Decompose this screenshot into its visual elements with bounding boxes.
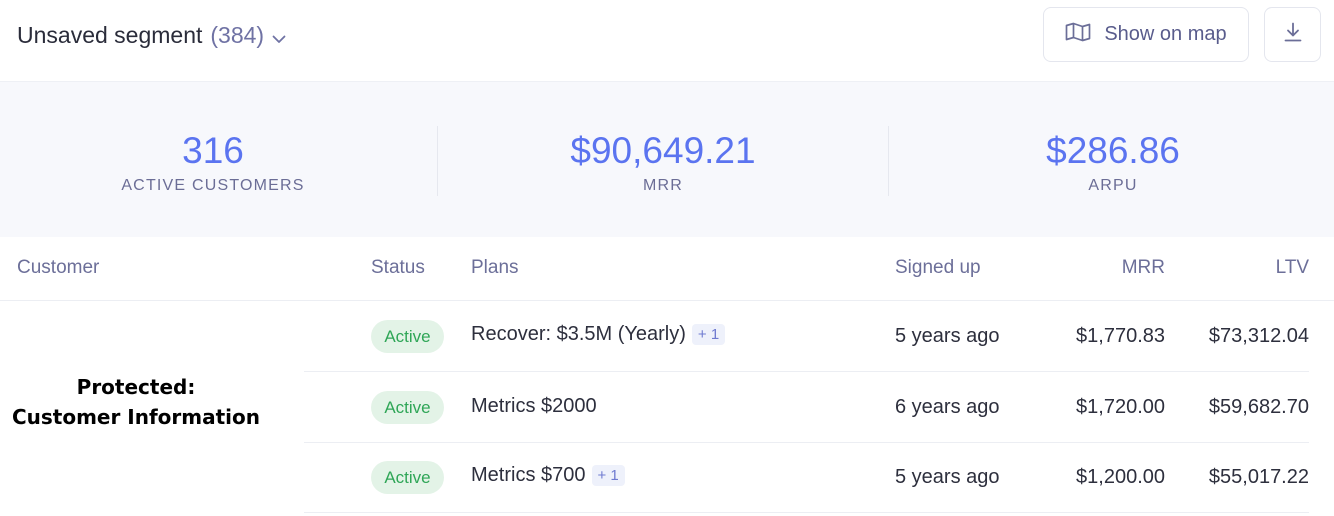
stat-value: $90,649.21 bbox=[570, 130, 756, 171]
ltv-cell: $55,017.22 bbox=[1208, 466, 1309, 488]
plan-cell: Recover: $3.5M (Yearly) + 1 bbox=[471, 323, 726, 346]
mrr-cell: $1,770.83 bbox=[1076, 325, 1165, 347]
column-header-mrr[interactable]: MRR bbox=[1065, 257, 1165, 279]
segment-title: Unsaved segment bbox=[17, 21, 203, 48]
stat-active-customers: 316 ACTIVE CUSTOMERS bbox=[0, 82, 433, 237]
status-badge: Active bbox=[371, 461, 444, 494]
status-badge: Active bbox=[371, 320, 444, 353]
redaction-line: Customer Information bbox=[11, 405, 261, 429]
plan-name: Metrics $2000 bbox=[471, 395, 597, 417]
segment-selector[interactable]: Unsaved segment (384) bbox=[17, 20, 286, 50]
plan-name: Recover: $3.5M (Yearly) bbox=[471, 323, 686, 345]
stat-label: ACTIVE CUSTOMERS bbox=[121, 177, 305, 194]
show-on-map-label: Show on map bbox=[1104, 23, 1227, 45]
stat-divider bbox=[437, 126, 438, 196]
map-icon bbox=[1065, 22, 1091, 47]
mrr-cell: $1,200.00 bbox=[1076, 466, 1165, 488]
ltv-cell: $59,682.70 bbox=[1208, 396, 1309, 418]
table-header-divider bbox=[0, 300, 1334, 301]
stat-mrr: $90,649.21 MRR bbox=[443, 82, 883, 237]
plan-cell: Metrics $2000 bbox=[471, 395, 597, 418]
redaction-line: Protected: bbox=[76, 375, 196, 399]
signed-up-cell: 5 years ago bbox=[895, 466, 1000, 488]
ltv-cell: $73,312.04 bbox=[1208, 325, 1309, 347]
column-header-ltv[interactable]: LTV bbox=[1190, 257, 1309, 279]
stat-divider bbox=[888, 126, 889, 196]
mrr-cell: $1,720.00 bbox=[1076, 396, 1165, 418]
plan-cell: Metrics $700 + 1 bbox=[471, 464, 625, 487]
column-header-plans[interactable]: Plans bbox=[471, 257, 519, 279]
stat-value: 316 bbox=[182, 130, 244, 171]
chevron-down-icon bbox=[272, 23, 286, 50]
redacted-customer-info: Protected: Customer Information bbox=[0, 372, 272, 432]
segment-count: (384) bbox=[210, 21, 265, 48]
status-badge: Active bbox=[371, 391, 444, 424]
download-icon bbox=[1284, 22, 1302, 47]
extra-plans-badge[interactable]: + 1 bbox=[691, 324, 726, 346]
extra-plans-badge[interactable]: + 1 bbox=[591, 465, 625, 487]
show-on-map-button[interactable]: Show on map bbox=[1043, 7, 1249, 62]
row-divider bbox=[304, 512, 1309, 513]
signed-up-cell: 5 years ago bbox=[895, 325, 1000, 347]
stat-value: $286.86 bbox=[1046, 130, 1180, 171]
stat-arpu: $286.86 ARPU bbox=[893, 82, 1333, 237]
row-divider bbox=[304, 442, 1309, 443]
signed-up-cell: 6 years ago bbox=[895, 396, 1000, 418]
stat-label: ARPU bbox=[1088, 177, 1138, 194]
column-header-status[interactable]: Status bbox=[371, 257, 425, 279]
column-header-signed-up[interactable]: Signed up bbox=[895, 257, 981, 279]
download-button[interactable] bbox=[1264, 7, 1321, 62]
column-header-customer[interactable]: Customer bbox=[17, 257, 99, 279]
summary-stats: 316 ACTIVE CUSTOMERS $90,649.21 MRR $286… bbox=[0, 82, 1334, 237]
stat-label: MRR bbox=[642, 177, 684, 194]
row-divider bbox=[304, 371, 1309, 372]
page-header: Unsaved segment (384) Show on map bbox=[0, 0, 1334, 82]
plan-name: Metrics $700 bbox=[471, 464, 586, 486]
